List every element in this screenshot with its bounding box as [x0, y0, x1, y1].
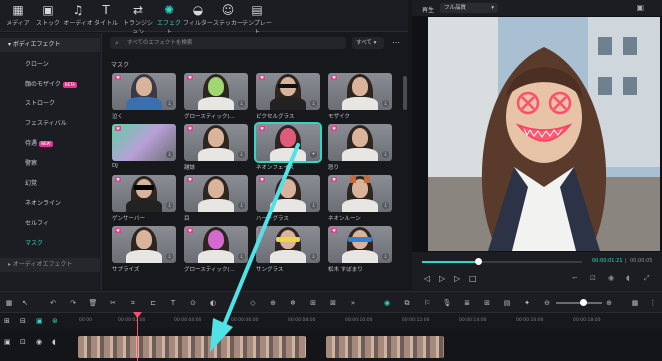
annotation-arrow [210, 143, 300, 352]
app-window: ▦メディア ▣ストック ♫オーディオ Tタイトル ⇄トランジション ✺エフェクト… [0, 0, 662, 361]
